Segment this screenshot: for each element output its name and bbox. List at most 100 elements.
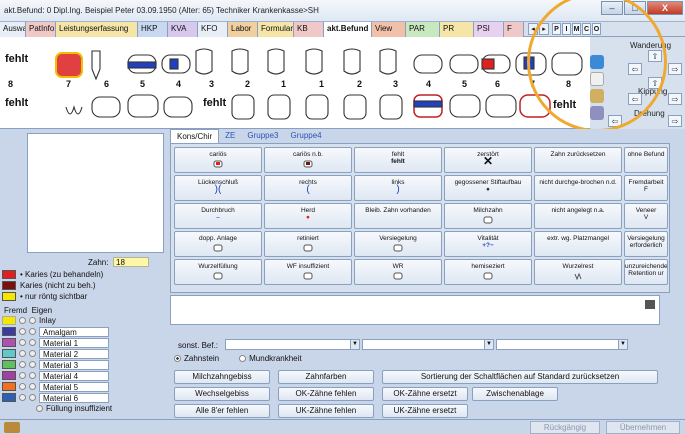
material-row[interactable]: Amalgam — [2, 326, 166, 337]
dental-chart[interactable]: fehlt fehlt fehlt fehlt 8 7 6 5 4 3 2 1 … — [0, 37, 590, 129]
tab-pr[interactable]: PR — [440, 22, 474, 37]
eigen-radio[interactable] — [29, 372, 36, 379]
sonst-bef-combo-1[interactable]: ▼ — [225, 339, 360, 350]
wurzelfuellung-button[interactable]: Wurzelfüllung — [174, 259, 262, 285]
versiegelung-erforderlich-button[interactable]: Versiegelung erforderlich — [624, 231, 668, 257]
zerstoert-button[interactable]: zerstört ✕ — [444, 147, 532, 173]
zahnstein-option[interactable]: Zahnstein — [174, 354, 219, 363]
wanderung-up-arrow[interactable]: ⇧ — [648, 50, 662, 62]
kippung-left-arrow[interactable]: ⇦ — [628, 93, 642, 105]
tab-gruppe4[interactable]: Gruppe4 — [285, 129, 328, 143]
tab-scroll-left-button[interactable]: ◂ — [528, 23, 538, 35]
veneer-button[interactable]: Veneer V — [624, 203, 668, 229]
uebernehmen-button[interactable]: Übernehmen — [606, 421, 680, 434]
fremd-radio[interactable] — [19, 372, 26, 379]
drehung-left-arrow[interactable]: ⇦ — [608, 115, 622, 127]
fremd-radio[interactable] — [19, 339, 26, 346]
milchzahngebiss-button[interactable]: Milchzahngebiss — [174, 370, 270, 384]
minimize-button[interactable]: – — [601, 1, 623, 15]
tab-f[interactable]: F — [504, 22, 524, 37]
versiegelung-button[interactable]: Versiegelung — [354, 231, 442, 257]
tab-kva[interactable]: KVA — [168, 22, 198, 37]
kippung-right-arrow[interactable]: ⇨ — [668, 93, 682, 105]
tab-leistungserfassung[interactable]: Leistungserfassung — [56, 22, 138, 37]
fremdarbeit-button[interactable]: Fremdarbeit F — [624, 175, 668, 201]
eigen-radio[interactable] — [29, 394, 36, 401]
uk-zaehne-fehlen-button[interactable]: UK-Zähne fehlen — [278, 404, 374, 418]
dropdown-arrow-icon[interactable]: ▼ — [618, 340, 627, 349]
material-row[interactable]: Material 6 — [2, 392, 166, 403]
settings-icon[interactable] — [4, 422, 20, 433]
bleib-zahn-button[interactable]: Bleib. Zahn vorhanden — [354, 203, 442, 229]
mundkrankheit-option[interactable]: Mundkrankheit — [239, 354, 302, 363]
eigen-radio[interactable] — [29, 317, 36, 324]
wf-insuffizient-button[interactable]: WF insuffizient — [264, 259, 352, 285]
lueckenschluss-button[interactable]: Lückenschluß)( — [174, 175, 262, 201]
letter-p-button[interactable]: P — [552, 23, 561, 35]
fuellung-insuff-row[interactable]: Füllung insuffizient — [2, 403, 166, 414]
vitalitaet-button[interactable]: Vitalität +?− — [444, 231, 532, 257]
eigen-radio[interactable] — [29, 361, 36, 368]
herd-button[interactable]: Herd ● — [264, 203, 352, 229]
letter-i-button[interactable]: I — [562, 23, 571, 35]
material-row[interactable]: Material 1 — [2, 337, 166, 348]
carioes-button[interactable]: cariös — [174, 147, 262, 173]
links-button[interactable]: links) — [354, 175, 442, 201]
material-row[interactable]: Material 2 — [2, 348, 166, 359]
tab-akt-befund[interactable]: akt.Befund — [324, 22, 372, 37]
fremd-radio[interactable] — [19, 383, 26, 390]
tab-view[interactable]: View — [372, 22, 406, 37]
fremd-radio[interactable] — [19, 361, 26, 368]
ok-zaehne-ersetzt-button[interactable]: OK-Zähne ersetzt — [382, 387, 468, 401]
tab-kb[interactable]: KB — [294, 22, 324, 37]
eigen-radio[interactable] — [29, 339, 36, 346]
nicht-durchgebrochen-button[interactable]: nicht durchge-brochen n.d. — [534, 175, 622, 201]
tool-icon[interactable] — [590, 106, 604, 120]
letter-o-button[interactable]: O — [592, 23, 601, 35]
drehung-right-arrow[interactable]: ⇨ — [668, 115, 682, 127]
mundkrankheit-radio[interactable] — [239, 355, 247, 363]
fehlt-button[interactable]: fehlt fehlt — [354, 147, 442, 173]
gear-icon[interactable] — [590, 89, 604, 103]
tab-formular[interactable]: Formular — [258, 22, 294, 37]
tab-kfo[interactable]: KFO — [198, 22, 228, 37]
zahnstein-radio[interactable] — [174, 355, 181, 363]
hemiseziert-button[interactable]: hemiseziert — [444, 259, 532, 285]
sonst-bef-combo-2[interactable]: ▼ — [362, 339, 494, 350]
fremd-radio[interactable] — [19, 350, 26, 357]
ohne-befund-button[interactable]: ohne Befund — [624, 147, 668, 173]
kippung-up-arrow[interactable]: ⇧ — [648, 77, 662, 89]
info-icon[interactable] — [590, 55, 604, 69]
stiftaufbau-button[interactable]: gegossener Stiftaufbau ● — [444, 175, 532, 201]
notes-textarea[interactable] — [170, 295, 660, 325]
edit-icon[interactable] — [645, 300, 655, 309]
tab-gruppe3[interactable]: Gruppe3 — [241, 129, 284, 143]
eigen-radio[interactable] — [29, 383, 36, 390]
material-row[interactable]: Material 5 — [2, 381, 166, 392]
zwischenablage-button[interactable]: Zwischenablage — [472, 387, 558, 401]
unzureichende-retention-button[interactable]: unzureichende Retention ur — [624, 259, 668, 285]
tab-par[interactable]: PAR — [406, 22, 440, 37]
wanderung-left-arrow[interactable]: ⇦ — [628, 63, 642, 75]
material-row[interactable]: Material 3 — [2, 359, 166, 370]
tab-ze[interactable]: ZE — [219, 129, 241, 143]
tooth-icon[interactable] — [590, 72, 604, 86]
milchzahn-button[interactable]: Milchzahn — [444, 203, 532, 229]
dropdown-arrow-icon[interactable]: ▼ — [350, 340, 359, 349]
extr-platzmangel-button[interactable]: extr. wg. Platzmangel — [534, 231, 622, 257]
uk-zaehne-ersetzt-button[interactable]: UK-Zähne ersetzt — [382, 404, 468, 418]
ok-zaehne-fehlen-button[interactable]: OK-Zähne fehlen — [278, 387, 374, 401]
material-row[interactable]: Inlay — [2, 315, 166, 326]
zahnfarben-button[interactable]: Zahnfarben — [278, 370, 374, 384]
rueckgaengig-button[interactable]: Rückgängig — [530, 421, 600, 434]
tab-scroll-right-button[interactable]: ▸ — [539, 23, 549, 35]
wanderung-right-arrow[interactable]: ⇨ — [668, 63, 682, 75]
durchbruch-button[interactable]: Durchbruch ⌣ — [174, 203, 262, 229]
alle-8er-fehlen-button[interactable]: Alle 8'er fehlen — [174, 404, 270, 418]
material-row[interactable]: Material 4 — [2, 370, 166, 381]
nicht-angelegt-button[interactable]: nicht angelegt n.a. — [534, 203, 622, 229]
fremd-radio[interactable] — [19, 394, 26, 401]
tab-labor[interactable]: Labor — [228, 22, 258, 37]
carioes-nb-button[interactable]: cariös n.b. — [264, 147, 352, 173]
tab-psi[interactable]: PSI — [474, 22, 504, 37]
